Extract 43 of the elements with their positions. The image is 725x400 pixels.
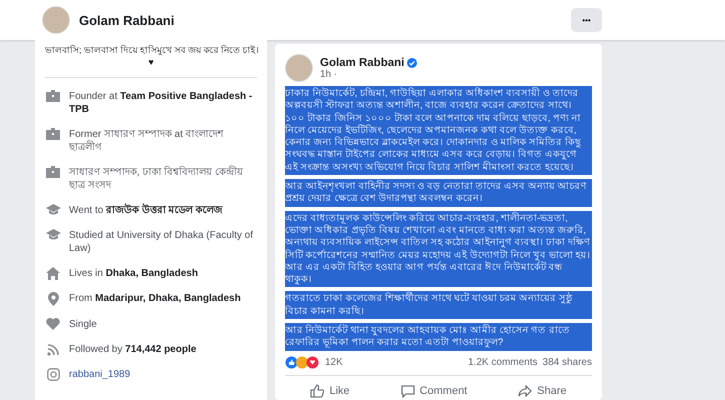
post-time[interactable]: 1h ·: [320, 68, 418, 80]
comment-count[interactable]: 1.2K comments: [468, 356, 538, 368]
intro-detail: Single: [69, 318, 97, 331]
intro-detail: Went to রাজউক উত্তরা মডেল কলেজ: [69, 204, 222, 217]
intro-detail: Studied at University of Dhaka (Faculty of Law): [69, 229, 254, 255]
intro-detail: Followed by 714,442 people: [69, 343, 196, 356]
bio-text: ভালবাসি; ভালবাসা দিয়ে হাসিমুখে সব জয় করে নিতে চাই।: [45, 44, 257, 56]
graduation-cap-icon: [46, 204, 60, 216]
briefcase-icon: [46, 128, 60, 140]
instagram-icon: [46, 368, 60, 381]
thumbs-up-icon: [310, 384, 324, 398]
instagram-link[interactable]: rabbani_1989: [69, 368, 130, 381]
house-icon: [46, 267, 60, 280]
profile-name: Golam Rabbani: [79, 12, 176, 28]
share-button[interactable]: Share: [510, 380, 575, 400]
intro-detail: সাধারণ সম্পাদক, ঢাকা বিশ্ববিদ্যালয় কেন্দ্রীয় ছাত্র সংসদ: [69, 166, 244, 192]
more-button[interactable]: •••: [571, 8, 602, 32]
post-paragraph: আর আইনশৃংখলা বাহিনীর সদস্য ও বড় নেতারা তাদের এসব অন্যায় আচরণ প্রশ্রয় দেয়ার ক্ষেত্রে বেশ উদারপন্থা অবলম্বন করেন।: [285, 179, 592, 207]
location-pin-icon: [48, 292, 58, 306]
reaction-count[interactable]: 12K: [325, 356, 468, 368]
intro-detail: Founder at Team Positive Bangladesh - TPB: [69, 90, 254, 116]
briefcase-icon: [46, 90, 60, 102]
graduation-cap-icon: [46, 229, 60, 241]
speech-bubble-icon: [400, 384, 415, 398]
comment-button[interactable]: Comment: [392, 380, 476, 400]
post-paragraph: এদের বাধ্যতামূলক কাউন্সেলিং করিয়ে আচার-ব্যবহার, শালীনতা-ভদ্রতা, ভোক্তা অধিকার প্রভৃতি বিষয় শেখানো এবং মানতে বাধ্য করা অত্যন্ত জরুরি, অন্যথায় ব্যবসায়িক লাইসেন্স বাতিল সহ কঠোর আইনানুগ ব্যবস্থা। ঢাকা দক্ষিণ সিটি কর্পোরেশনের সম্মানিত মেয়র মহোদয় এই উদ্যোগটা নিলে খুব ভালো হয়। আর এর একটা বিহিত হওয়ার আগ পর্যন্ত এবারের ঈদে নিউমার্কেট বন্ধ থাকুক।: [285, 210, 592, 288]
author-name[interactable]: Golam Rabbani: [320, 56, 404, 68]
intro-detail: Lives in Dhaka, Bangladesh: [69, 267, 198, 280]
author-avatar[interactable]: [285, 54, 313, 82]
profile-avatar[interactable]: [42, 6, 70, 34]
bio-text: ♥: [147, 56, 155, 68]
briefcase-icon: [46, 166, 60, 178]
intro-detail: From Madaripur, Dhaka, Bangladesh: [69, 292, 241, 305]
intro-detail: Former সাধারণ সম্পাদক at বাংলাদেশ ছাত্রলীগ: [69, 128, 225, 154]
reaction-icons[interactable]: [285, 356, 319, 369]
heart-icon: [46, 318, 60, 330]
share-count[interactable]: 384 shares: [542, 356, 592, 368]
post-paragraph: গতরাতে ঢাকা কলেজের শিক্ষার্থীদের সাথে ঘটে যাওয়া চরম অন্যায়ের সুষ্ঠু বিচার কামনা করছি।: [285, 291, 592, 320]
rss-icon: [46, 343, 60, 356]
like-button[interactable]: Like: [302, 380, 358, 400]
post-paragraph: আর নিউমার্কেট থানা যুবদলের আহবায়ক মোঃ আমীর হোসেন গত রাতে রেফারির ভূমিকা পালন করার মতো এতটা পাওয়ারফুল?: [285, 323, 592, 351]
post-paragraph: ঢাকার নিউমার্কেট, চন্দ্রিমা, গাউছিয়া এলাকার অধিকাংশ ব্যবসায়ী ও তাদের অল্পবয়সী স্টাফরা অত্যন্ত অশালীন, বাজে ব্যবহার করেন ক্রেতাদের সাথে। ১০০ টাকার জিনিস ১০০০ টাকা বলে আপনাকে দাম বলিয়ে ছাড়বে, পণ্য না নিলে মেয়েদের ইভটিজিং, ছেলেদের অপমানজনক কথা বলে উত্যক্ত করবে, কেনার জন্য বিভিন্নভাবে ব্লাকমেইল করে। দোকানদার ও মালিক সমিতির কিছু সংঘবদ্ধ মাস্তান টাইপের লোকের মাধ্যমে এসব করে বেড়ায়। বিগত একযুগে এই সংক্রান্ত অসংখ্য অভিযোগ নিয়ে বিচার সালিশ মীমাংসা করতে হয়েছে।: [285, 86, 592, 176]
share-arrow-icon: [518, 384, 532, 397]
